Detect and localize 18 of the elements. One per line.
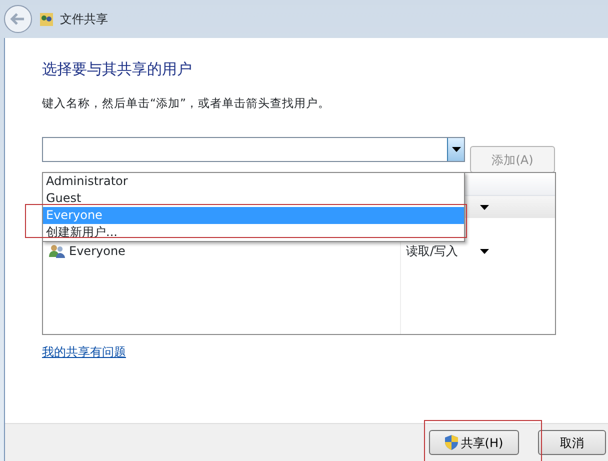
user-name: Everyone bbox=[69, 243, 126, 260]
dropdown-item[interactable]: Administrator bbox=[43, 173, 464, 190]
dropdown-button[interactable] bbox=[447, 138, 464, 162]
window-title: 文件共享 bbox=[60, 11, 108, 28]
users-icon bbox=[39, 12, 54, 26]
dropdown-item[interactable]: Guest bbox=[43, 190, 464, 207]
dropdown-item[interactable]: 创建新用户... bbox=[43, 224, 464, 241]
cancel-button[interactable]: 取消 bbox=[538, 430, 606, 455]
help-link[interactable]: 我的共享有问题 bbox=[42, 343, 126, 362]
instruction-text: 键入名称，然后单击“添加”，或者单击箭头查找用户。 bbox=[42, 95, 331, 112]
back-icon[interactable] bbox=[3, 4, 33, 34]
users-icon bbox=[49, 244, 65, 258]
caret-icon bbox=[452, 147, 460, 152]
permission-text: 读取/写入 bbox=[406, 244, 458, 258]
table-row[interactable]: Everyone 读取/写入 bbox=[43, 240, 555, 262]
share-button[interactable]: 共享(H) bbox=[429, 430, 519, 455]
heading: 选择要与其共享的用户 bbox=[42, 60, 193, 78]
shield-icon bbox=[444, 435, 458, 450]
